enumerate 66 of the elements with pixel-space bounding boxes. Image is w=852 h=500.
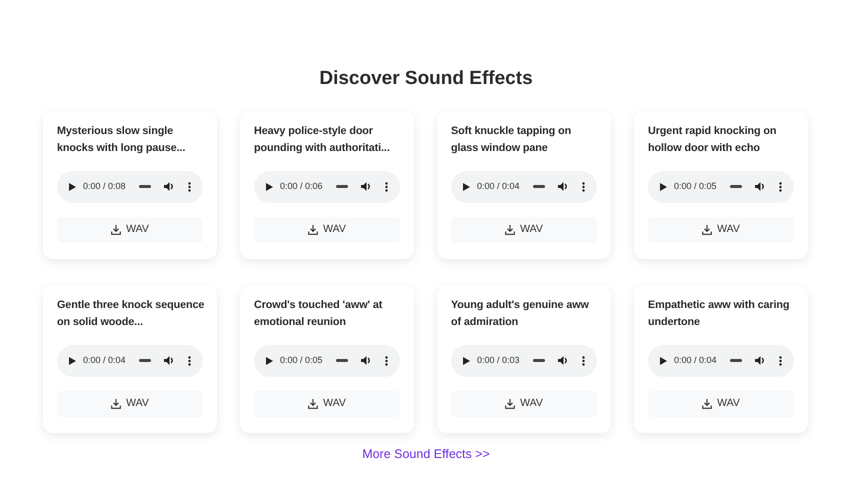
sound-title: Gentle three knock sequence on solid woode...: [57, 298, 206, 330]
volume-icon[interactable]: [558, 356, 568, 366]
download-button[interactable]: WAV: [254, 216, 400, 243]
time-text: 0:00 / 0:06: [280, 180, 323, 194]
play-icon[interactable]: [69, 182, 76, 191]
time-text: 0:00 / 0:08: [83, 180, 126, 194]
download-button[interactable]: WAV: [451, 390, 597, 417]
download-icon: [111, 224, 122, 235]
more-options-icon[interactable]: [582, 182, 585, 192]
seek-bar[interactable]: [138, 185, 151, 188]
download-icon: [111, 398, 122, 409]
more-options-icon[interactable]: [779, 182, 782, 192]
page-heading: Discover Sound Effects: [318, 68, 534, 91]
play-icon[interactable]: [660, 182, 667, 191]
more-options-icon[interactable]: [385, 182, 388, 192]
time-text: 0:00 / 0:05: [280, 354, 323, 368]
volume-icon[interactable]: [754, 182, 765, 192]
volume-icon[interactable]: [754, 356, 765, 366]
download-icon: [308, 224, 318, 235]
volume-icon[interactable]: [360, 182, 371, 192]
more-options-icon[interactable]: [188, 182, 191, 192]
play-icon[interactable]: [463, 182, 470, 191]
volume-icon[interactable]: [164, 356, 174, 366]
more-options-icon[interactable]: [582, 356, 585, 366]
download-icon: [308, 398, 318, 409]
sound-title: Mysterious slow single knocks with long pause...: [57, 124, 186, 156]
seek-bar[interactable]: [730, 359, 742, 362]
more-options-icon[interactable]: [779, 356, 782, 366]
seek-bar[interactable]: [730, 185, 742, 188]
download-icon: [702, 398, 712, 409]
play-icon[interactable]: [660, 356, 667, 365]
seek-bar[interactable]: [336, 185, 348, 188]
play-icon[interactable]: [266, 182, 273, 191]
seek-bar[interactable]: [532, 185, 545, 188]
play-icon[interactable]: [463, 356, 470, 365]
download-button[interactable]: WAV: [648, 390, 794, 417]
download-button[interactable]: WAV: [57, 390, 203, 417]
sound-title: Urgent rapid knocking on hollow door with echo: [648, 124, 778, 156]
sound-title: Young adult's genuine aww of admiration: [451, 298, 590, 330]
seek-bar[interactable]: [336, 359, 348, 362]
volume-icon[interactable]: [164, 182, 174, 192]
download-button[interactable]: WAV: [57, 216, 203, 243]
seek-bar[interactable]: [532, 359, 545, 362]
sound-title: Soft knuckle tapping on glass window pane: [451, 124, 572, 156]
time-text: 0:00 / 0:04: [83, 354, 126, 368]
volume-icon[interactable]: [558, 182, 568, 192]
download-icon: [505, 398, 516, 409]
sound-title: Empathetic aww with caring undertone: [648, 298, 790, 330]
time-text: 0:00 / 0:05: [674, 180, 717, 194]
more-options-icon[interactable]: [385, 356, 388, 366]
time-text: 0:00 / 0:03: [477, 354, 520, 368]
download-icon: [505, 224, 516, 235]
time-text: 0:00 / 0:04: [674, 354, 717, 368]
time-text: 0:00 / 0:04: [477, 180, 520, 194]
download-button[interactable]: WAV: [648, 216, 794, 243]
sound-title: Crowd's touched 'aww' at emotional reunion: [254, 298, 384, 330]
download-button[interactable]: WAV: [254, 390, 400, 417]
play-icon[interactable]: [266, 356, 273, 365]
play-icon[interactable]: [69, 356, 76, 365]
more-link[interactable]: More Sound Effects >>: [362, 444, 490, 464]
volume-icon[interactable]: [360, 356, 371, 366]
seek-bar[interactable]: [138, 359, 151, 362]
download-icon: [702, 224, 712, 235]
download-button[interactable]: WAV: [451, 216, 597, 243]
more-options-icon[interactable]: [188, 356, 191, 366]
sound-title: Heavy police-style door pounding with authoritati...: [254, 124, 391, 156]
